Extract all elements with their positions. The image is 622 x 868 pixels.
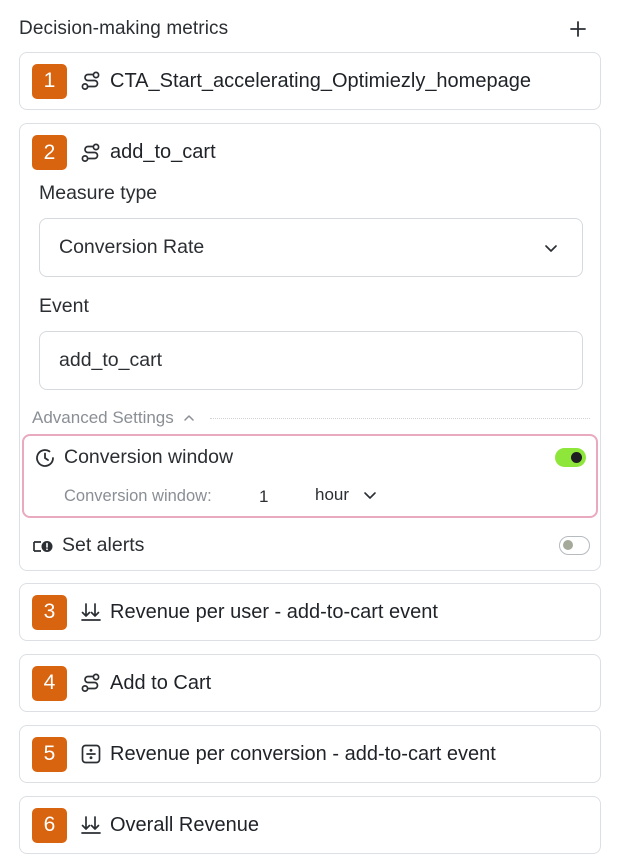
event-path-icon xyxy=(78,140,104,166)
metric-name: add_to_cart xyxy=(110,141,216,163)
divider xyxy=(209,417,590,419)
section-header: Decision-making metrics xyxy=(19,14,604,44)
conversion-window-value-input[interactable]: 1 xyxy=(259,487,268,507)
event-value: add_to_cart xyxy=(59,349,162,371)
clock-history-icon xyxy=(36,448,54,467)
alert-flag-icon xyxy=(33,540,53,552)
conversion-window-sublabel: Conversion window: xyxy=(64,487,212,505)
advanced-settings-toggle[interactable]: Advanced Settings xyxy=(32,408,590,428)
metric-card-6[interactable]: 6 Overall Revenue xyxy=(19,796,601,854)
plus-icon xyxy=(570,21,586,37)
toggle-knob xyxy=(571,452,582,463)
measure-type-value: Conversion Rate xyxy=(59,236,205,258)
metric-card-3[interactable]: 3 Revenue per user - add-to-cart event xyxy=(19,583,601,641)
event-input[interactable]: add_to_cart xyxy=(39,331,583,390)
section-title: Decision-making metrics xyxy=(19,18,229,39)
advanced-settings-label: Advanced Settings xyxy=(32,408,174,427)
metric-number-badge: 5 xyxy=(32,736,67,772)
measure-type-select[interactable]: Conversion Rate xyxy=(39,218,583,277)
metric-number-badge: 6 xyxy=(32,807,67,843)
metric-card-4[interactable]: 4 Add to Cart xyxy=(19,654,601,712)
metric-name: Revenue per user - add-to-cart event xyxy=(110,600,438,623)
measure-type-label: Measure type xyxy=(39,182,158,204)
metric-card-1[interactable]: 1 CTA_Start_accelerating_Optimiezly_home… xyxy=(19,52,601,110)
division-box-icon xyxy=(78,741,104,767)
metric-number-badge: 3 xyxy=(32,594,67,630)
metric-card-2[interactable]: 2 add_to_cart Measure type Conversion Ra… xyxy=(19,123,601,571)
conversion-window-unit: hour xyxy=(315,485,350,504)
metric-name: CTA_Start_accelerating_Optimiezly_homepa… xyxy=(110,69,531,92)
add-metric-button[interactable] xyxy=(564,15,592,43)
toggle-knob xyxy=(563,540,573,550)
metric-number-badge: 4 xyxy=(32,665,67,701)
event-path-icon xyxy=(78,670,104,696)
metric-number-badge: 2 xyxy=(32,135,67,170)
conversion-window-toggle[interactable] xyxy=(555,448,586,467)
metric-number-badge: 1 xyxy=(32,63,67,99)
sort-descending-icon xyxy=(78,599,104,625)
event-path-icon xyxy=(78,68,104,94)
conversion-window-unit-select[interactable]: hour xyxy=(315,485,378,505)
conversion-window-title: Conversion window xyxy=(64,446,234,468)
event-label: Event xyxy=(39,295,89,317)
metric-name: Add to Cart xyxy=(110,671,212,694)
set-alerts-label: Set alerts xyxy=(62,534,145,556)
chevron-up-icon xyxy=(184,415,194,421)
metric-card-5[interactable]: 5 Revenue per conversion - add-to-cart e… xyxy=(19,725,601,783)
sort-descending-icon xyxy=(78,812,104,838)
conversion-window-panel: Conversion window Conversion window: 1 h… xyxy=(22,434,598,518)
metric-name: Revenue per conversion - add-to-cart eve… xyxy=(110,742,496,765)
set-alerts-toggle[interactable] xyxy=(559,536,590,555)
chevron-down-icon xyxy=(364,492,376,499)
set-alerts-row: Set alerts xyxy=(32,534,590,557)
chevron-down-icon xyxy=(545,245,557,252)
metric-name: Overall Revenue xyxy=(110,813,259,836)
